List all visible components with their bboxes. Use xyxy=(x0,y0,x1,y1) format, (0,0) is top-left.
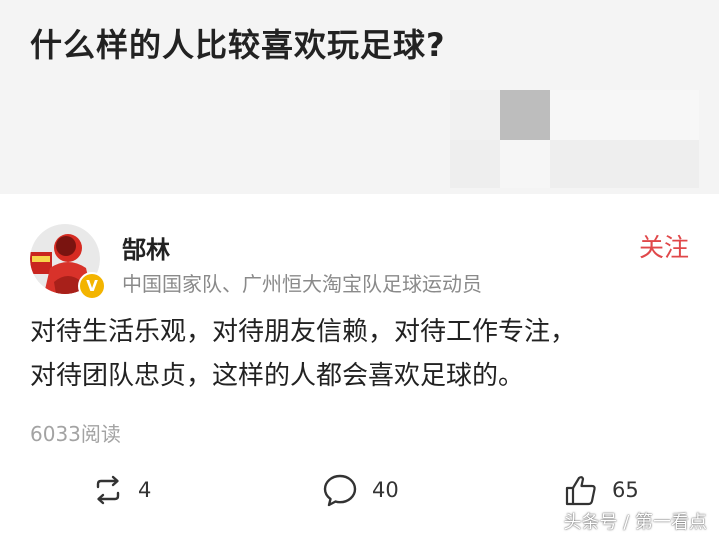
page: 什么样的人比较喜欢玩足球? V 郜林 中国国家队、广州恒大淘宝队足球运动员 关注… xyxy=(0,0,719,540)
repost-button[interactable]: 4 xyxy=(92,464,151,516)
follow-button[interactable]: 关注 xyxy=(639,228,689,264)
comment-button[interactable]: 40 xyxy=(322,464,399,516)
author-description: 中国国家队、广州恒大淘宝队足球运动员 xyxy=(122,272,482,296)
answer-line: 对待团队忠贞，这样的人都会喜欢足球的。 xyxy=(30,361,525,391)
placeholder-tile xyxy=(450,140,699,188)
like-count: 65 xyxy=(612,478,639,502)
placeholder-tile xyxy=(450,90,500,140)
watermark: 头条号 / 第一看点 xyxy=(563,512,707,533)
answer-content[interactable]: 对待生活乐观，对待朋友信赖，对待工作专注， 对待团队忠贞，这样的人都会喜欢足球的… xyxy=(30,310,692,398)
answer-card: V 郜林 中国国家队、广州恒大淘宝队足球运动员 关注 对待生活乐观，对待朋友信赖… xyxy=(0,194,719,540)
placeholder-tile xyxy=(500,140,550,188)
repost-count: 4 xyxy=(138,478,152,502)
thumbs-up-icon xyxy=(565,476,596,506)
question-title[interactable]: 什么样的人比较喜欢玩足球? xyxy=(30,20,446,66)
verified-badge-icon: V xyxy=(78,272,106,300)
answer-line: 对待生活乐观，对待朋友信赖，对待工作专注， xyxy=(30,317,577,347)
comment-count: 40 xyxy=(372,478,399,502)
question-header: 什么样的人比较喜欢玩足球? xyxy=(0,0,719,194)
author-name[interactable]: 郜林 xyxy=(122,230,170,265)
placeholder-tile xyxy=(550,90,699,140)
avatar[interactable]: V xyxy=(30,224,106,300)
read-count: 6033阅读 xyxy=(30,422,121,446)
placeholder-tile xyxy=(500,90,550,140)
comment-icon xyxy=(323,474,357,507)
image-placeholder xyxy=(450,90,699,188)
repost-icon xyxy=(96,475,120,505)
